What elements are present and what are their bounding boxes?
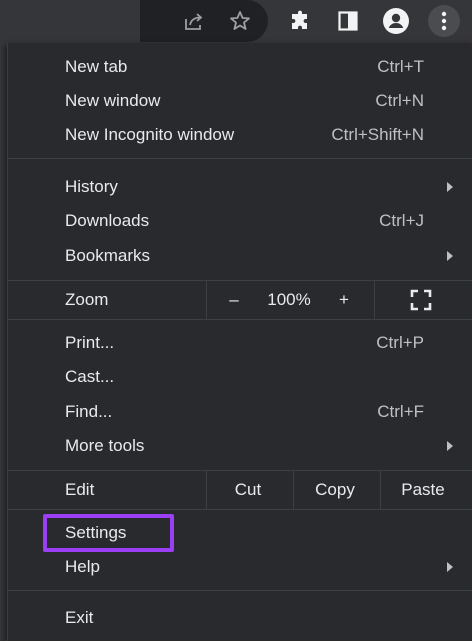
menu-separator [8, 509, 472, 510]
menu-item-new-incognito-window[interactable]: New Incognito window Ctrl+Shift+N [8, 118, 472, 152]
menu-item-cast[interactable]: Cast... [8, 360, 472, 394]
browser-toolbar [0, 0, 472, 42]
bookmark-star-icon[interactable] [224, 5, 256, 37]
zoom-divider [206, 281, 207, 319]
copy-button[interactable]: Copy [315, 480, 355, 500]
menu-item-label: New window [65, 91, 161, 110]
zoom-out-button[interactable]: – [229, 290, 238, 310]
zoom-label: Zoom [65, 290, 109, 309]
zoom-divider [374, 281, 375, 319]
chrome-main-menu: New tab Ctrl+T New window Ctrl+N New Inc… [7, 43, 472, 641]
zoom-level: 100% [267, 290, 311, 309]
menu-item-new-tab[interactable]: New tab Ctrl+T [8, 50, 472, 84]
menu-item-label: New Incognito window [65, 125, 235, 144]
profile-icon[interactable] [380, 5, 412, 37]
extensions-icon[interactable] [284, 5, 316, 37]
submenu-arrow-icon [447, 251, 453, 261]
menu-item-downloads[interactable]: Downloads Ctrl+J [8, 204, 472, 238]
submenu-arrow-icon [447, 562, 453, 572]
edit-divider [293, 471, 294, 509]
edit-row: Edit Cut Copy Paste [8, 471, 472, 509]
menu-item-shortcut: Ctrl+J [379, 211, 424, 230]
menu-item-label: Bookmarks [65, 246, 151, 265]
browser-window: New tab Ctrl+T New window Ctrl+N New Inc… [0, 0, 472, 641]
menu-item-label: Find... [65, 402, 113, 421]
menu-item-history[interactable]: History [8, 170, 472, 204]
menu-item-shortcut: Ctrl+F [377, 402, 424, 421]
side-panel-icon[interactable] [332, 5, 364, 37]
zoom-in-button[interactable]: + [339, 290, 349, 310]
edit-divider [380, 471, 381, 509]
menu-separator [8, 590, 472, 591]
menu-item-shortcut: Ctrl+Shift+N [331, 125, 424, 144]
menu-item-shortcut: Ctrl+N [375, 91, 424, 110]
menu-item-help[interactable]: Help [8, 550, 472, 584]
menu-item-new-window[interactable]: New window Ctrl+N [8, 84, 472, 118]
menu-item-label: Downloads [65, 211, 150, 230]
menu-item-label: Print... [65, 333, 115, 352]
menu-item-print[interactable]: Print... Ctrl+P [8, 326, 472, 360]
more-menu-icon[interactable] [428, 5, 460, 37]
menu-item-label: More tools [65, 436, 145, 455]
edit-label: Edit [65, 480, 95, 499]
menu-separator [8, 158, 472, 159]
menu-item-find[interactable]: Find... Ctrl+F [8, 395, 472, 429]
menu-item-label: Exit [65, 608, 94, 627]
menu-item-shortcut: Ctrl+P [376, 333, 424, 352]
menu-item-bookmarks[interactable]: Bookmarks [8, 239, 472, 273]
menu-item-label: Cast... [65, 367, 115, 386]
submenu-arrow-icon [447, 182, 453, 192]
share-icon[interactable] [178, 5, 210, 37]
settings-highlight-box [43, 514, 174, 552]
fullscreen-icon[interactable] [410, 289, 432, 311]
menu-item-exit[interactable]: Exit [8, 601, 472, 635]
edit-divider [206, 471, 207, 509]
menu-item-label: New tab [65, 57, 128, 76]
cut-button[interactable]: Cut [235, 480, 261, 500]
menu-separator [8, 319, 472, 320]
menu-item-shortcut: Ctrl+T [377, 57, 424, 76]
menu-item-more-tools[interactable]: More tools [8, 429, 472, 463]
menu-item-label: History [65, 177, 118, 196]
menu-item-label: Help [65, 557, 100, 576]
zoom-row: Zoom – 100% + [8, 281, 472, 319]
paste-button[interactable]: Paste [401, 480, 444, 500]
submenu-arrow-icon [447, 441, 453, 451]
